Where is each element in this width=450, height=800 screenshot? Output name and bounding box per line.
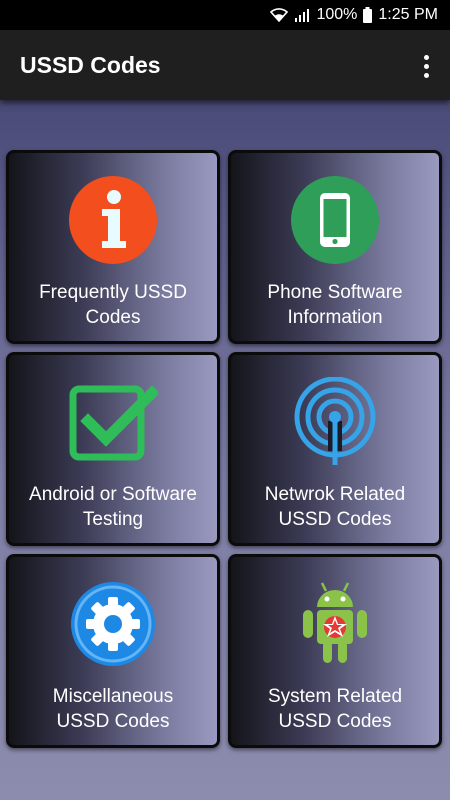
more-vert-icon	[423, 54, 429, 60]
wifi-icon	[270, 8, 289, 22]
tile-label: Phone Software Information	[267, 282, 403, 328]
network-signal-icon	[290, 376, 380, 467]
overflow-menu-button[interactable]	[416, 52, 436, 80]
tile-system-related-ussd-codes[interactable]: System Related USSD Codes	[228, 554, 442, 748]
app-bar: USSD Codes	[0, 30, 450, 100]
info-icon	[68, 175, 158, 265]
app-title: USSD Codes	[20, 51, 161, 78]
tile-label: Netwrok Related USSD Codes	[264, 484, 406, 530]
clock: 1:25 PM	[378, 6, 438, 23]
battery-percent: 100%	[316, 6, 358, 23]
status-bar: 100% 1:25 PM	[0, 0, 450, 30]
gear-icon	[68, 579, 158, 669]
tile-label: Miscellaneous USSD Codes	[52, 686, 174, 732]
checkbox-checked-icon	[68, 377, 160, 467]
smartphone-icon	[290, 175, 380, 265]
tile-frequently-ussd-codes[interactable]: Frequently USSD Codes	[6, 150, 220, 344]
tile-label: Frequently USSD Codes	[39, 282, 187, 328]
main-content: Frequently USSD Codes Phone Software Inf…	[0, 100, 450, 800]
tile-miscellaneous-ussd-codes[interactable]: Miscellaneous USSD Codes	[6, 554, 220, 748]
tile-label: System Related USSD Codes	[267, 686, 403, 732]
signal-icon	[294, 8, 310, 22]
android-icon	[290, 579, 380, 669]
tile-android-or-software-testing[interactable]: Android or Software Testing	[6, 352, 220, 546]
tile-phone-software-information[interactable]: Phone Software Information	[228, 150, 442, 344]
battery-icon	[363, 7, 373, 23]
tile-label: Android or Software Testing	[29, 484, 197, 530]
tile-network-related-ussd-codes[interactable]: Netwrok Related USSD Codes	[228, 352, 442, 546]
